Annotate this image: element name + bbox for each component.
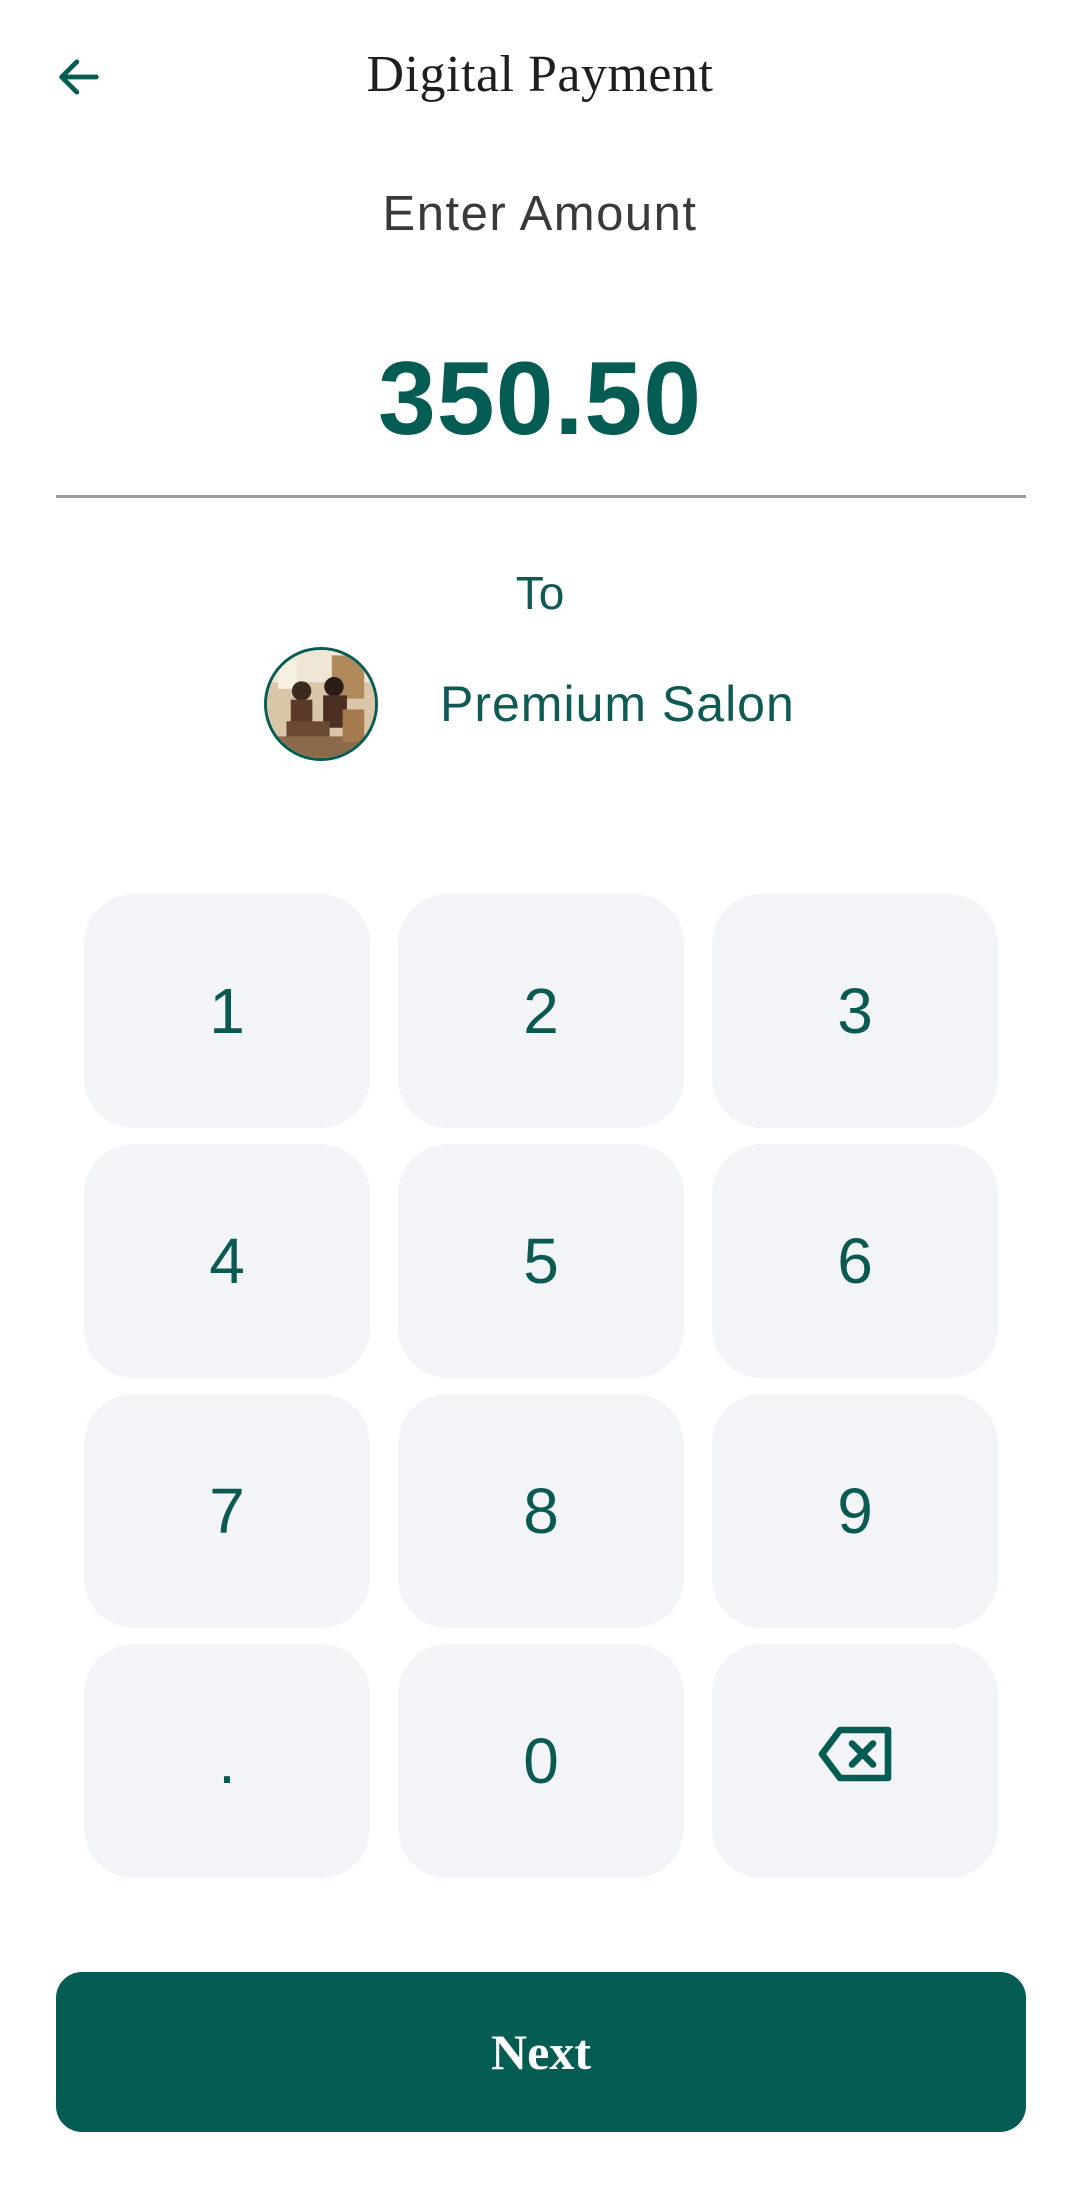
key-2[interactable]: 2: [398, 894, 684, 1128]
backspace-button[interactable]: [712, 1644, 998, 1878]
salon-avatar: [264, 647, 378, 761]
key-decimal[interactable]: .: [84, 1644, 370, 1878]
header: Digital Payment: [0, 0, 1080, 160]
recipient-name: Premium Salon: [440, 676, 795, 732]
amount-input[interactable]: 350.50: [0, 340, 1080, 459]
amount-divider: [56, 495, 1026, 498]
recipient: Premium Salon: [264, 646, 795, 762]
key-8[interactable]: 8: [398, 1394, 684, 1628]
key-6[interactable]: 6: [712, 1144, 998, 1378]
payment-screen: Digital Payment Enter Amount 350.50 To P…: [0, 0, 1080, 2210]
key-5[interactable]: 5: [398, 1144, 684, 1378]
amount-label: Enter Amount: [382, 187, 698, 241]
key-7[interactable]: 7: [84, 1394, 370, 1628]
to-label: To: [515, 567, 565, 619]
keypad: 1 2 3 4 5 6 7 8 9 . 0: [84, 894, 998, 1878]
next-button[interactable]: Next: [56, 1972, 1026, 2132]
key-9[interactable]: 9: [712, 1394, 998, 1628]
page-title: Digital Payment: [366, 46, 714, 103]
key-4[interactable]: 4: [84, 1144, 370, 1378]
key-1[interactable]: 1: [84, 894, 370, 1128]
backspace-icon: [816, 1724, 894, 1799]
key-3[interactable]: 3: [712, 894, 998, 1128]
key-0[interactable]: 0: [398, 1644, 684, 1878]
